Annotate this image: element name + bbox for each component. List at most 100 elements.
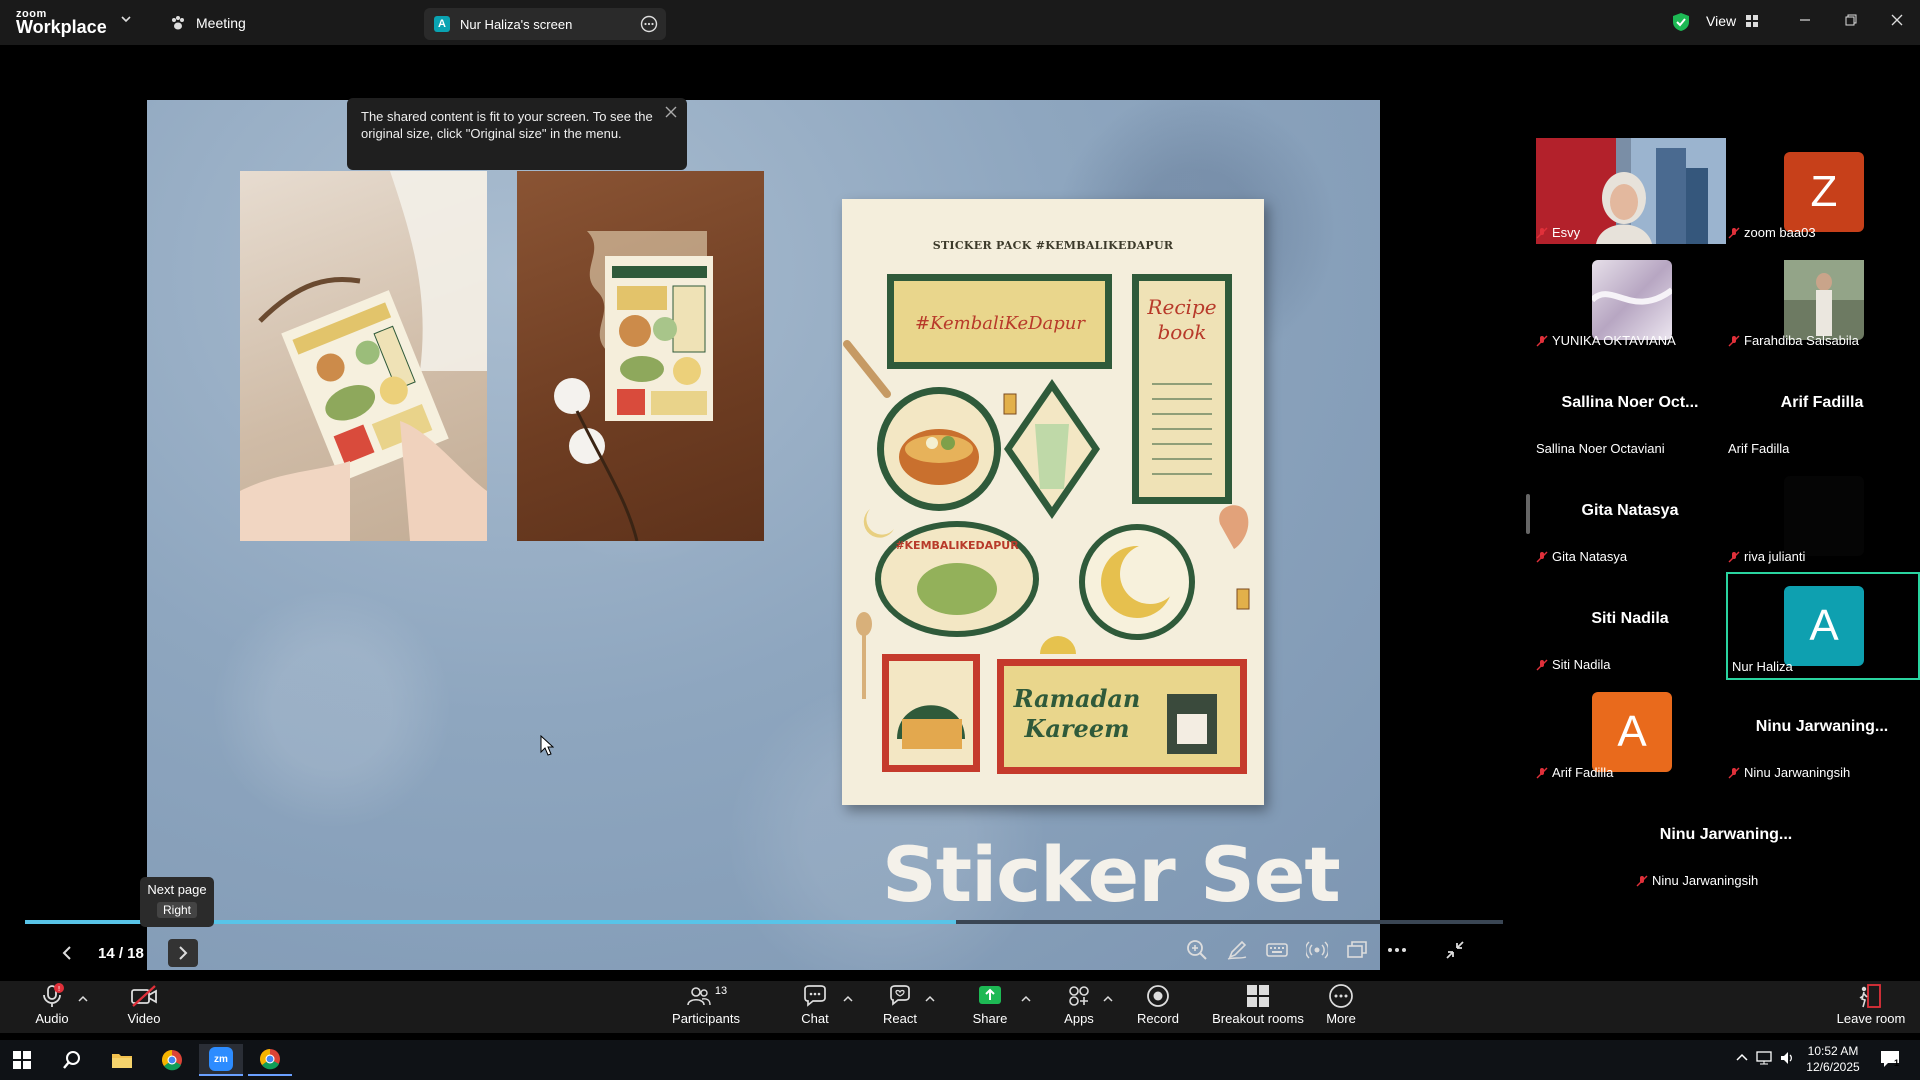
encryption-shield-icon[interactable] xyxy=(1672,12,1690,32)
notification-count: 1 xyxy=(1894,1058,1900,1068)
participant-name: Sallina Noer Octaviani xyxy=(1536,441,1665,456)
network-icon[interactable] xyxy=(1756,1050,1774,1066)
view-button[interactable]: View xyxy=(1706,8,1759,34)
audio-broadcast-icon[interactable] xyxy=(1305,938,1329,962)
video-button[interactable]: Video xyxy=(99,983,189,1031)
notification-icon[interactable]: 1 xyxy=(1880,1050,1900,1068)
participant-display-name: Sallina Noer Oct... xyxy=(1561,394,1699,411)
chevron-up-icon[interactable] xyxy=(1736,1052,1748,1062)
exit-fullscreen-icon[interactable] xyxy=(1443,938,1467,962)
close-button[interactable] xyxy=(1882,8,1912,32)
dual-window-icon[interactable] xyxy=(1345,938,1369,962)
participant-tile[interactable]: Farahdiba Salsabila xyxy=(1724,246,1920,352)
annotate-icon[interactable] xyxy=(1225,938,1249,962)
svg-text:Ramadan: Ramadan xyxy=(1013,684,1141,713)
participant-avatar: Z xyxy=(1784,152,1864,232)
participant-name: Siti Nadila xyxy=(1536,657,1611,672)
participant-tile[interactable]: Ninu Jarwaning... Ninu Jarwaningsih xyxy=(1724,678,1920,784)
svg-text:!: ! xyxy=(58,985,61,993)
chat-button[interactable]: Chat xyxy=(770,983,860,1031)
audio-options-caret-icon[interactable] xyxy=(78,995,88,1003)
video-off-icon xyxy=(130,983,158,1009)
mic-muted-icon xyxy=(1536,551,1548,563)
next-page-tooltip-key: Right xyxy=(156,902,197,918)
record-button[interactable]: Record xyxy=(1113,983,1203,1031)
volume-icon[interactable] xyxy=(1780,1050,1796,1066)
restore-button[interactable] xyxy=(1836,8,1866,32)
meeting-tab[interactable]: Meeting xyxy=(170,12,246,34)
svg-text:#KembaliKeDapur: #KembaliKeDapur xyxy=(915,313,1086,334)
mic-muted-icon xyxy=(1728,335,1740,347)
participant-tile[interactable]: Arif Fadilla Arif Fadilla xyxy=(1724,354,1920,460)
participant-tile[interactable]: Esvy xyxy=(1532,138,1728,244)
participant-tile[interactable]: Ninu Jarwaning... Ninu Jarwaningsih xyxy=(1628,786,1824,892)
participant-name: riva julianti xyxy=(1728,549,1805,564)
meeting-toolbar: ! Audio Video 13 Participants Chat React xyxy=(0,981,1920,1033)
file-explorer-icon[interactable] xyxy=(100,1044,144,1076)
mouse-cursor xyxy=(540,735,554,757)
chrome-icon[interactable] xyxy=(150,1044,194,1076)
participants-label: Participants xyxy=(672,1011,740,1026)
leave-room-button[interactable]: Leave room xyxy=(1826,983,1916,1031)
react-button[interactable]: React xyxy=(855,983,945,1031)
participants-icon: 13 xyxy=(685,983,727,1009)
participant-name: Esvy xyxy=(1536,225,1580,240)
share-button[interactable]: Share xyxy=(945,983,1035,1031)
more-icon xyxy=(1328,983,1354,1009)
participant-name: Nur Haliza xyxy=(1732,659,1793,674)
taskbar-clock[interactable]: 10:52 AM 12/6/2025 xyxy=(1798,1043,1868,1075)
participant-tile[interactable]: A Arif Fadilla xyxy=(1532,678,1728,784)
leave-door-icon xyxy=(1858,983,1884,1009)
shared-screen-tab-label: Nur Haliza's screen xyxy=(460,16,573,32)
remote-control-icon[interactable] xyxy=(1265,938,1289,962)
shared-screen-area[interactable]: STICKER PACK #KEMBALIKEDAPUR #KembaliKeD… xyxy=(0,45,1505,981)
participant-tile[interactable]: Gita Natasya Gita Natasya xyxy=(1532,462,1728,568)
participant-tile[interactable]: YUNIKA OKTAVIANA xyxy=(1532,246,1728,352)
chrome-icon[interactable] xyxy=(248,1044,292,1076)
windows-start-icon[interactable] xyxy=(0,1044,44,1076)
mic-muted-icon xyxy=(1536,335,1548,347)
grid-icon xyxy=(1746,15,1759,27)
chat-label: Chat xyxy=(801,1011,829,1026)
title-bar: zoom Workplace Meeting A Nur Haliza's sc… xyxy=(0,0,1920,45)
gallery-scrollbar[interactable] xyxy=(1526,494,1530,534)
zoom-in-icon[interactable] xyxy=(1185,938,1209,962)
apps-options-caret-icon[interactable] xyxy=(1103,995,1113,1003)
svg-text:#KEMBALIKEDAPUR: #KEMBALIKEDAPUR xyxy=(895,539,1019,552)
breakout-rooms-icon xyxy=(1245,983,1271,1009)
clock-date: 12/6/2025 xyxy=(1806,1060,1860,1074)
leave-room-label: Leave room xyxy=(1836,1011,1906,1026)
participant-tile[interactable]: Sallina Noer Oct... Sallina Noer Octavia… xyxy=(1532,354,1728,460)
more-tools-icon[interactable] xyxy=(1385,938,1409,962)
participant-tile[interactable]: Z zoom baa03 xyxy=(1724,138,1920,244)
more-button[interactable]: More xyxy=(1296,983,1386,1031)
zoom-taskbar-icon[interactable]: zm xyxy=(199,1044,243,1076)
react-options-caret-icon[interactable] xyxy=(925,995,935,1003)
participant-name: Farahdiba Salsabila xyxy=(1728,333,1859,348)
share-options-caret-icon[interactable] xyxy=(1021,995,1031,1003)
next-page-icon[interactable] xyxy=(167,939,198,967)
previous-page-icon[interactable] xyxy=(60,945,74,961)
chevron-down-icon[interactable] xyxy=(120,14,132,24)
share-label: Share xyxy=(972,1011,1008,1026)
participants-button[interactable]: 13 Participants xyxy=(661,983,751,1031)
minimize-button[interactable] xyxy=(1790,8,1820,32)
apps-button[interactable]: Apps xyxy=(1034,983,1124,1031)
participant-name: Arif Fadilla xyxy=(1536,765,1613,780)
mic-muted-icon xyxy=(1536,227,1548,239)
screen-tools xyxy=(1185,938,1467,962)
chat-options-caret-icon[interactable] xyxy=(843,995,853,1003)
audio-button[interactable]: ! Audio xyxy=(7,983,97,1031)
participant-tile[interactable]: Siti Nadila Siti Nadila xyxy=(1532,570,1728,676)
participant-tile-active-speaker[interactable]: A Nur Haliza xyxy=(1726,572,1920,680)
close-icon[interactable] xyxy=(665,106,677,118)
search-icon[interactable] xyxy=(50,1044,94,1076)
shared-screen-tab[interactable]: A Nur Haliza's screen xyxy=(424,8,666,40)
svg-text:Recipe: Recipe xyxy=(1146,295,1216,319)
apps-label: Apps xyxy=(1064,1011,1094,1026)
record-label: Record xyxy=(1137,1011,1179,1026)
share-fit-notice-text: The shared content is fit to your screen… xyxy=(361,109,653,141)
mic-muted-icon xyxy=(1728,551,1740,563)
participant-tile[interactable]: riva julianti xyxy=(1724,462,1920,568)
more-options-icon[interactable] xyxy=(640,15,658,33)
